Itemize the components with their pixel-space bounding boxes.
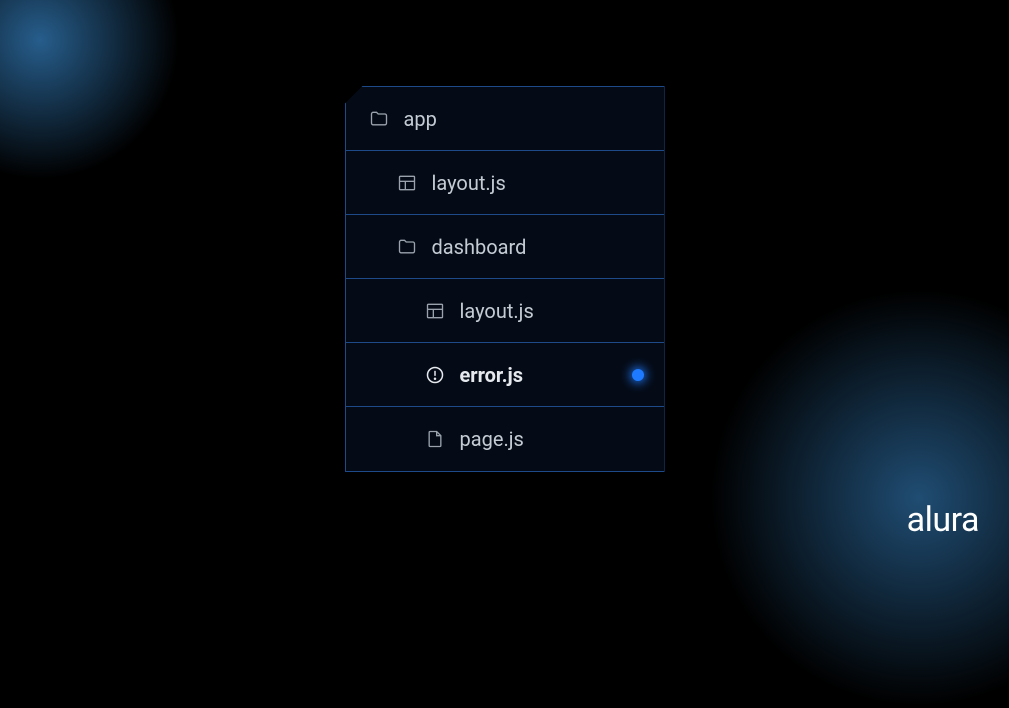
tree-item-app[interactable]: app <box>346 87 664 151</box>
brand-logo: alura <box>907 500 979 540</box>
layout-icon <box>396 172 418 194</box>
glow-bottom-right <box>709 288 1009 708</box>
file-icon <box>424 428 446 450</box>
file-tree: app layout.js dashboard layout.js error.… <box>345 86 665 472</box>
alert-icon <box>424 364 446 386</box>
tree-item-label: layout.js <box>432 171 506 195</box>
tree-item-label: app <box>404 107 437 131</box>
tree-item-layout-app[interactable]: layout.js <box>346 151 664 215</box>
glow-top-left <box>0 0 180 180</box>
tree-item-label: page.js <box>460 427 524 451</box>
tree-item-layout-dashboard[interactable]: layout.js <box>346 279 664 343</box>
tree-item-label: error.js <box>460 363 524 387</box>
tree-item-error[interactable]: error.js <box>346 343 664 407</box>
folder-icon <box>368 108 390 130</box>
layout-icon <box>424 300 446 322</box>
tree-item-label: layout.js <box>460 299 534 323</box>
folder-icon <box>396 236 418 258</box>
tree-item-dashboard[interactable]: dashboard <box>346 215 664 279</box>
tree-item-page[interactable]: page.js <box>346 407 664 471</box>
active-dot <box>632 369 644 381</box>
tree-item-label: dashboard <box>432 235 527 259</box>
